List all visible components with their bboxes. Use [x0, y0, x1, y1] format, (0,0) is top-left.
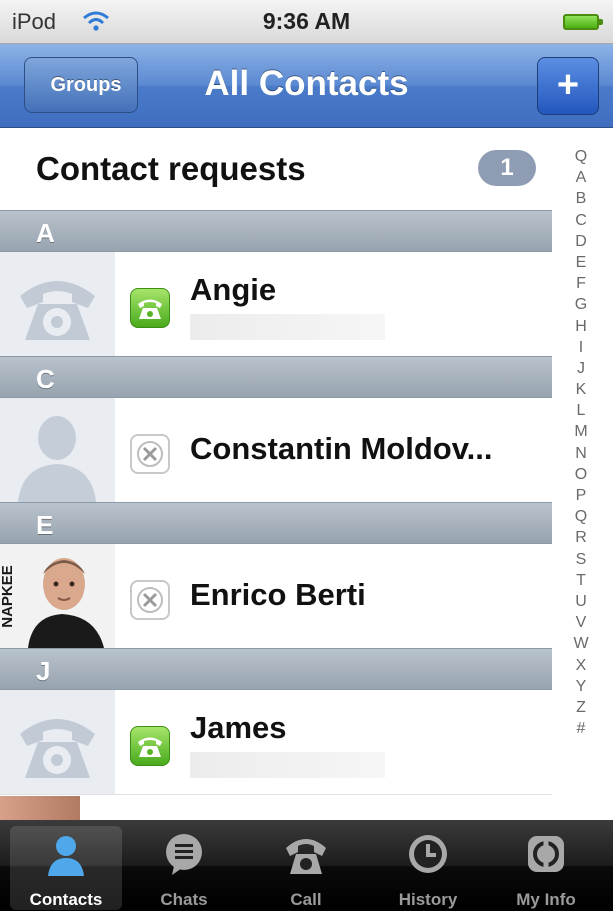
contact-mood-placeholder	[190, 314, 385, 340]
contact-mood-placeholder	[190, 752, 385, 778]
index-letter[interactable]: X	[566, 655, 596, 676]
index-letter[interactable]: N	[566, 443, 596, 464]
default-person-avatar-icon	[0, 398, 115, 502]
offline-status-icon	[130, 580, 170, 620]
online-status-icon	[130, 288, 170, 328]
section-letter: C	[36, 364, 55, 394]
index-search[interactable]: Q	[566, 146, 596, 167]
offline-status-icon	[130, 434, 170, 474]
navigation-bar: Groups All Contacts +	[0, 44, 613, 128]
tab-label: Contacts	[29, 890, 103, 909]
section-header-a: A	[0, 210, 552, 252]
chats-icon	[166, 834, 202, 875]
index-letter[interactable]: Q	[566, 506, 596, 527]
tab-contacts[interactable]: Contacts	[10, 826, 122, 910]
phone-avatar-icon	[0, 252, 115, 356]
index-letter[interactable]: F	[566, 273, 596, 294]
phone-avatar-icon	[0, 690, 115, 794]
index-letter[interactable]: R	[566, 527, 596, 548]
index-letter[interactable]: U	[566, 591, 596, 612]
index-letter[interactable]: Z	[566, 697, 596, 718]
section-letter: J	[36, 656, 51, 686]
tab-label: History	[398, 890, 458, 909]
tab-label: Call	[290, 890, 322, 909]
battery-icon	[563, 14, 603, 30]
section-header-c: C	[0, 356, 552, 398]
contact-row-angie[interactable]: Angie	[0, 252, 552, 357]
section-letter: E	[36, 510, 54, 540]
contact-row-constantin[interactable]: Constantin Moldov...	[0, 398, 552, 503]
tab-label: My Info	[516, 890, 576, 909]
index-letter[interactable]: O	[566, 464, 596, 485]
index-letter[interactable]: A	[566, 167, 596, 188]
page-title: All Contacts	[204, 64, 409, 103]
my-info-icon	[528, 836, 564, 872]
index-letter[interactable]: M	[566, 421, 596, 442]
tab-call[interactable]: Call	[250, 826, 362, 910]
index-letter[interactable]: S	[566, 549, 596, 570]
tab-my-info[interactable]: My Info	[490, 826, 602, 910]
index-letter[interactable]: C	[566, 210, 596, 231]
online-status-icon	[130, 726, 170, 766]
contact-requests-label: Contact requests	[36, 150, 306, 187]
photo-watermark-text: NAPKEE	[0, 565, 16, 628]
contact-name: James	[190, 710, 287, 745]
partial-contact-photo	[0, 796, 80, 820]
contact-row-enrico[interactable]: NAPKEE Enrico Berti	[0, 544, 552, 649]
clock-icon	[409, 835, 447, 873]
index-letter[interactable]: G	[566, 294, 596, 315]
contact-name: Constantin Moldov...	[190, 431, 493, 466]
index-letter[interactable]: J	[566, 358, 596, 379]
alphabet-index[interactable]: Q A B C D E F G H I J K L M N O P Q R S …	[566, 146, 596, 739]
tab-history[interactable]: History	[372, 826, 484, 910]
index-letter[interactable]: B	[566, 188, 596, 209]
requests-count-badge: 1	[478, 150, 536, 186]
status-bar: iPod 9:36 AM	[0, 0, 613, 44]
index-letter[interactable]: P	[566, 485, 596, 506]
index-letter[interactable]: E	[566, 252, 596, 273]
index-letter[interactable]: Y	[566, 676, 596, 697]
index-letter[interactable]: #	[566, 718, 596, 739]
index-letter[interactable]: D	[566, 231, 596, 252]
contact-requests-row[interactable]: Contact requests 1	[0, 128, 552, 211]
index-letter[interactable]: V	[566, 612, 596, 633]
tab-bar: Contacts Chats Call History My Info	[0, 820, 613, 911]
index-letter[interactable]: T	[566, 570, 596, 591]
index-letter[interactable]: I	[566, 337, 596, 358]
phone-icon	[286, 839, 326, 874]
index-letter[interactable]: H	[566, 316, 596, 337]
index-letter[interactable]: L	[566, 400, 596, 421]
section-letter: A	[36, 218, 55, 248]
contact-photo-avatar: NAPKEE	[0, 544, 115, 648]
section-header-e: E	[0, 502, 552, 544]
tab-label: Chats	[160, 890, 208, 909]
contact-name: Enrico Berti	[190, 577, 366, 612]
section-header-j: J	[0, 648, 552, 690]
tab-chats[interactable]: Chats	[128, 826, 240, 910]
status-time: 9:36 AM	[262, 8, 351, 34]
add-contact-button[interactable]: +	[537, 57, 599, 115]
index-letter[interactable]: W	[566, 633, 596, 654]
partial-contact-row	[0, 796, 552, 820]
contact-row-james[interactable]: James	[0, 690, 552, 795]
contact-name: Angie	[190, 272, 277, 307]
index-letter[interactable]: K	[566, 379, 596, 400]
contacts-icon	[48, 836, 84, 876]
